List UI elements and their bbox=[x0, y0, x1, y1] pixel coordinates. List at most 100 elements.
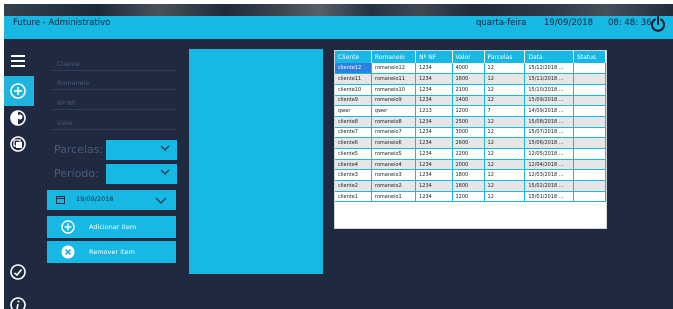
power-icon[interactable] bbox=[650, 16, 666, 32]
table-cell[interactable]: 14/09/2018 ... bbox=[524, 105, 574, 117]
table-cell[interactable]: 1600 bbox=[452, 73, 485, 85]
table-cell[interactable]: 12 bbox=[484, 159, 526, 171]
table-cell[interactable]: 12 bbox=[484, 95, 526, 107]
records-table[interactable]: Cliente Romaneio Nº NF Valor Parcelas Data Sta… bbox=[334, 50, 607, 229]
table-cell[interactable]: romaneio4 bbox=[371, 159, 417, 171]
table-cell[interactable] bbox=[573, 159, 606, 171]
table-cell[interactable]: 1600 bbox=[452, 180, 485, 192]
table-cell[interactable] bbox=[573, 127, 606, 139]
table-cell[interactable]: 15/10/2018 ... bbox=[524, 84, 574, 96]
table-cell[interactable]: cliente4 bbox=[335, 159, 372, 171]
column-header[interactable]: Status bbox=[573, 51, 606, 63]
table-cell[interactable]: 1234 bbox=[415, 148, 453, 160]
table-cell[interactable] bbox=[573, 73, 606, 85]
table-cell[interactable]: 12 bbox=[484, 63, 526, 75]
column-header[interactable]: Romaneio bbox=[371, 51, 417, 63]
table-cell[interactable]: 12/03/2018 ... bbox=[524, 169, 574, 182]
plus-circle-icon[interactable] bbox=[9, 82, 27, 100]
table-cell[interactable]: 12 bbox=[484, 137, 526, 149]
table-cell[interactable]: 12 bbox=[484, 148, 526, 160]
table-cell[interactable]: 1800 bbox=[452, 169, 485, 182]
table-cell[interactable]: 2000 bbox=[452, 159, 485, 171]
table-cell[interactable]: cliente6 bbox=[335, 137, 372, 149]
table-cell[interactable]: cliente12 bbox=[335, 63, 372, 75]
table-cell[interactable]: cliente5 bbox=[335, 148, 372, 160]
table-cell[interactable]: romaneio8 bbox=[371, 116, 417, 128]
table-cell[interactable]: 1234 bbox=[415, 84, 453, 96]
add-item-button[interactable]: Adicionar item bbox=[47, 216, 176, 238]
table-cell[interactable]: romaneio1 bbox=[371, 191, 417, 203]
cliente-input[interactable]: Cliente bbox=[57, 60, 80, 68]
table-cell[interactable] bbox=[573, 63, 606, 75]
table-cell[interactable]: 1234 bbox=[415, 191, 453, 203]
column-header[interactable]: Data bbox=[524, 51, 574, 63]
table-cell[interactable]: 1200 bbox=[452, 191, 485, 203]
table-cell[interactable] bbox=[573, 137, 606, 149]
table-cell[interactable]: 15/09/2018 ... bbox=[524, 95, 574, 107]
table-cell[interactable]: 4000 bbox=[452, 63, 485, 75]
table-cell[interactable]: 12 bbox=[484, 180, 526, 192]
table-row[interactable]: cliente9 romaneio9 1234 1400 12 15/09/2018 ..… bbox=[335, 95, 606, 107]
column-header[interactable]: Valor bbox=[452, 51, 485, 63]
table-row[interactable]: cliente10 romaneio10 1234 2100 12 15/10/2018 … bbox=[335, 84, 606, 96]
table-cell[interactable]: 15/08/2018 ... bbox=[524, 116, 574, 128]
table-cell[interactable]: 1234 bbox=[415, 169, 453, 182]
table-cell[interactable]: 12 bbox=[484, 84, 526, 96]
table-row[interactable]: cliente12 romaneio12 1234 4000 12 15/12/2018 … bbox=[335, 63, 606, 75]
hamburger-icon[interactable] bbox=[9, 52, 27, 70]
table-cell[interactable]: cliente1 bbox=[335, 191, 372, 203]
table-cell[interactable]: 1234 bbox=[415, 180, 453, 192]
periodo-dropdown[interactable] bbox=[106, 164, 177, 184]
table-cell[interactable] bbox=[573, 180, 606, 192]
table-row[interactable]: cliente7 romaneio7 1234 3000 12 15/07/2018 ..… bbox=[335, 127, 606, 139]
table-cell[interactable]: 3000 bbox=[452, 127, 485, 139]
table-cell[interactable]: 1213 bbox=[415, 105, 453, 117]
table-cell[interactable]: 1400 bbox=[452, 95, 485, 107]
check-circle-icon[interactable] bbox=[9, 263, 27, 281]
table-cell[interactable]: 1234 bbox=[415, 137, 453, 149]
table-cell[interactable]: 12 bbox=[484, 116, 526, 128]
table-cell[interactable]: 15/12/2018 ... bbox=[524, 63, 574, 75]
column-header[interactable]: Nº NF bbox=[415, 51, 453, 63]
table-cell[interactable]: qwer bbox=[371, 105, 417, 117]
table-row[interactable]: cliente4 romaneio4 1234 2000 12 12/04/2018 ..… bbox=[335, 159, 606, 171]
table-cell[interactable]: 2600 bbox=[452, 137, 485, 149]
table-cell[interactable]: cliente11 bbox=[335, 73, 372, 85]
table-cell[interactable]: 1200 bbox=[452, 105, 485, 117]
table-cell[interactable]: 7 bbox=[484, 105, 526, 117]
remove-item-button[interactable]: Remover item bbox=[47, 241, 176, 263]
table-cell[interactable]: romaneio10 bbox=[371, 84, 417, 96]
table-cell[interactable]: romaneio5 bbox=[371, 148, 417, 160]
column-header[interactable]: Cliente bbox=[335, 51, 372, 63]
table-cell[interactable]: 15/11/2018 ... bbox=[524, 73, 574, 85]
table-cell[interactable]: cliente9 bbox=[335, 95, 372, 107]
table-row[interactable]: cliente5 romaneio5 1234 2200 12 12/05/2018 ..… bbox=[335, 148, 606, 160]
table-cell[interactable] bbox=[573, 148, 606, 160]
table-cell[interactable]: romaneio6 bbox=[371, 137, 417, 149]
table-cell[interactable]: 12/05/2018 ... bbox=[524, 148, 574, 160]
date-picker[interactable]: 19/09/2018 bbox=[47, 190, 176, 210]
table-cell[interactable]: 1234 bbox=[415, 116, 453, 128]
table-cell[interactable]: 15/01/2018 ... bbox=[524, 191, 574, 203]
valor-input[interactable]: Valor bbox=[57, 119, 73, 127]
table-cell[interactable]: qwer bbox=[335, 105, 372, 117]
table-cell[interactable]: 15/07/2018 ... bbox=[524, 127, 574, 139]
table-cell[interactable] bbox=[573, 116, 606, 128]
table-row[interactable]: cliente11 romaneio11 1234 1600 12 15/11/2018 … bbox=[335, 73, 606, 85]
table-row[interactable]: cliente1 romaneio1 1234 1200 12 15/01/2018 ..… bbox=[335, 191, 606, 203]
table-cell[interactable]: 12/04/2018 ... bbox=[524, 159, 574, 171]
table-cell[interactable]: 2500 bbox=[452, 116, 485, 128]
table-cell[interactable]: 15/06/2018 ... bbox=[524, 137, 574, 149]
table-cell[interactable]: 12 bbox=[484, 191, 526, 203]
table-cell[interactable]: 12 bbox=[484, 169, 526, 182]
parcelas-dropdown[interactable] bbox=[106, 140, 177, 160]
table-cell[interactable]: 1234 bbox=[415, 159, 453, 171]
table-cell[interactable]: 12 bbox=[484, 127, 526, 139]
table-cell[interactable]: cliente3 bbox=[335, 169, 372, 182]
table-cell[interactable]: 1234 bbox=[415, 127, 453, 139]
half-circle-icon[interactable] bbox=[9, 109, 27, 127]
table-cell[interactable]: romaneio11 bbox=[371, 73, 417, 85]
table-row[interactable]: cliente8 romaneio8 1234 2500 12 15/08/2018 ..… bbox=[335, 116, 606, 128]
table-cell[interactable]: romaneio12 bbox=[371, 63, 417, 75]
column-header[interactable]: Parcelas bbox=[484, 51, 526, 63]
